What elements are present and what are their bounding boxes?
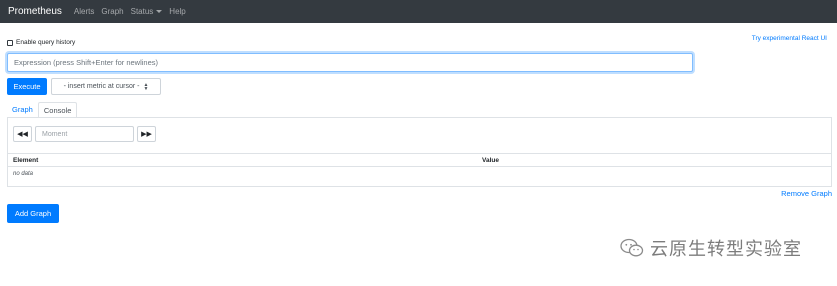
select-arrows-icon: ▲ ▼ [143, 81, 149, 92]
console-panel: ◀◀ ▶▶ Element Value no data [7, 117, 832, 187]
tab-graph[interactable]: Graph [7, 102, 38, 118]
moment-controls: ◀◀ ▶▶ [13, 126, 156, 142]
nav-graph[interactable]: Graph [101, 7, 123, 16]
expression-input-wrapper[interactable] [7, 53, 693, 72]
watermark-text: 云原生转型实验室 [650, 239, 802, 260]
metric-select[interactable]: - insert metric at cursor - ▲ ▼ [51, 78, 161, 95]
column-value: Value [482, 157, 499, 164]
double-left-arrow-icon: ◀◀ [17, 131, 28, 138]
remove-graph-link[interactable]: Remove Graph [781, 189, 832, 198]
top-navbar: Prometheus Alerts Graph Status Help [0, 0, 837, 23]
metric-select-label: - insert metric at cursor - [63, 83, 140, 90]
react-ui-link[interactable]: Try experimental React UI [752, 35, 827, 42]
no-data-text: no data [13, 171, 34, 177]
table-row: no data [8, 167, 831, 183]
watermark: 云原生转型实验室 [620, 235, 802, 261]
nav-status-label: Status [130, 7, 154, 16]
prev-time-button[interactable]: ◀◀ [13, 126, 32, 142]
column-element: Element [13, 157, 39, 164]
moment-input-wrapper[interactable] [35, 126, 134, 142]
add-graph-button[interactable]: Add Graph [7, 204, 59, 223]
execute-button[interactable]: Execute [7, 78, 47, 95]
table-header: Element Value [8, 153, 831, 167]
panel-tabs: Graph Console [7, 102, 78, 118]
query-history-toggle[interactable]: Enable query history [7, 39, 75, 46]
nav-alerts[interactable]: Alerts [74, 7, 94, 16]
tab-console[interactable]: Console [37, 102, 78, 118]
moment-input[interactable] [42, 130, 127, 138]
caret-down-icon [156, 10, 163, 14]
nav-help[interactable]: Help [169, 7, 185, 16]
results-table: Element Value no data [8, 153, 831, 183]
double-right-arrow-icon: ▶▶ [141, 131, 152, 138]
wechat-logo-icon [620, 238, 644, 257]
expression-input[interactable] [14, 58, 686, 67]
nav-status[interactable]: Status [131, 7, 163, 16]
next-time-button[interactable]: ▶▶ [137, 126, 156, 142]
history-label: Enable query history [16, 39, 76, 46]
history-checkbox[interactable] [7, 39, 13, 46]
brand-logo[interactable]: Prometheus [8, 6, 62, 17]
